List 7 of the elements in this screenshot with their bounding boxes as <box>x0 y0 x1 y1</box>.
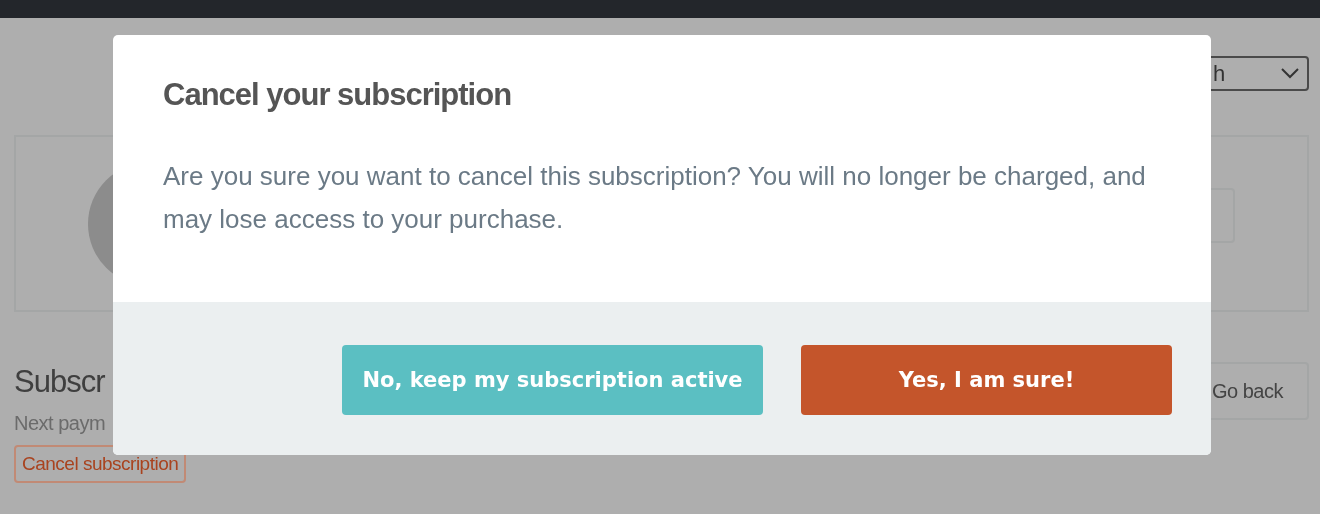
section-heading: Subscr <box>14 364 105 400</box>
chevron-down-icon <box>1281 68 1299 79</box>
next-payment-text: Next paym <box>14 412 106 435</box>
confirm-button[interactable]: Yes, I am sure! <box>801 345 1172 415</box>
select-value: h <box>1213 60 1226 87</box>
modal-title: Cancel your subscription <box>163 77 513 113</box>
modal-message: Are you sure you want to cancel this subscription? You will no longer be charged, and may lose access to your purchase. <box>163 160 1147 236</box>
